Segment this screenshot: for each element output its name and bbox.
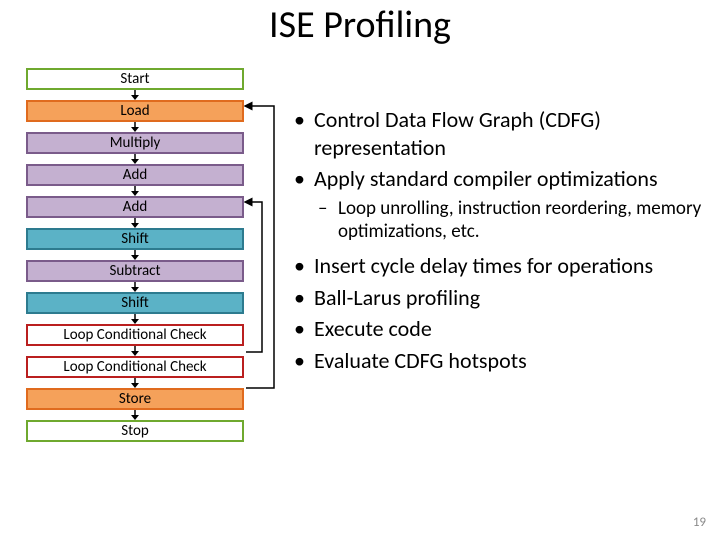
flow-diagram: Start Load Multiply Add Add Shift Subtract Shif… bbox=[26, 68, 264, 442]
arrow-down-icon bbox=[26, 90, 244, 100]
flow-node: Load bbox=[26, 100, 244, 122]
bullet: Ball-Larus profiling bbox=[294, 284, 704, 312]
bullet: Execute code bbox=[294, 315, 704, 343]
arrow-down-icon bbox=[26, 122, 244, 132]
flow-node: Stop bbox=[26, 420, 244, 442]
flow-node: Shift bbox=[26, 292, 244, 314]
flow-node: Subtract bbox=[26, 260, 244, 282]
arrow-down-icon bbox=[26, 346, 244, 356]
arrow-down-icon bbox=[26, 410, 244, 420]
page-number: 19 bbox=[693, 515, 706, 530]
bullet-list: Control Data Flow Graph (CDFG) represent… bbox=[294, 106, 704, 378]
bullet: Evaluate CDFG hotspots bbox=[294, 347, 704, 375]
arrow-down-icon bbox=[26, 314, 244, 324]
flow-node: Loop Conditional Check bbox=[26, 324, 244, 346]
bullet: Apply standard compiler optimizations bbox=[294, 165, 704, 193]
flow-node: Store bbox=[26, 388, 244, 410]
flow-node: Add bbox=[26, 164, 244, 186]
arrow-down-icon bbox=[26, 378, 244, 388]
slide-title: ISE Profiling bbox=[0, 2, 720, 48]
flow-node: Loop Conditional Check bbox=[26, 356, 244, 378]
arrow-down-icon bbox=[26, 218, 244, 228]
flow-node: Multiply bbox=[26, 132, 244, 154]
flow-node: Add bbox=[26, 196, 244, 218]
bullet: Insert cycle delay times for operations bbox=[294, 252, 704, 280]
bullet: Control Data Flow Graph (CDFG) represent… bbox=[294, 106, 704, 161]
arrow-down-icon bbox=[26, 186, 244, 196]
arrow-down-icon bbox=[26, 282, 244, 292]
flow-node: Start bbox=[26, 68, 244, 90]
arrow-down-icon bbox=[26, 154, 244, 164]
flow-node: Shift bbox=[26, 228, 244, 250]
sub-bullet: Loop unrolling, instruction reordering, … bbox=[294, 197, 704, 245]
arrow-down-icon bbox=[26, 250, 244, 260]
